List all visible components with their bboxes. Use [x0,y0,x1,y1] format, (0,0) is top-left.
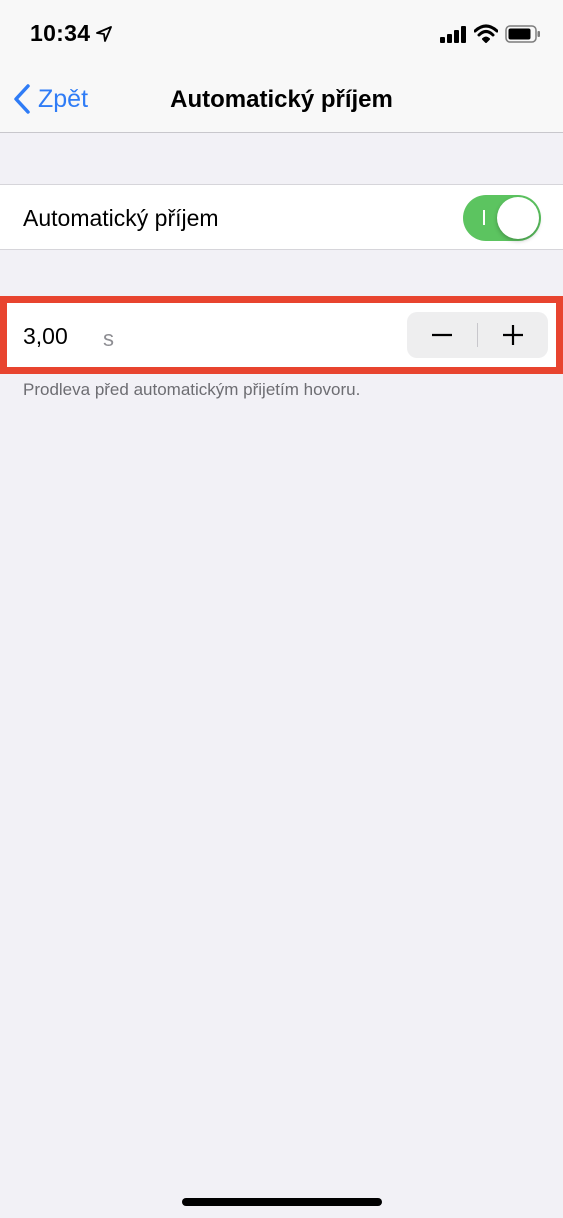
home-indicator [182,1198,382,1206]
delay-stepper-cell-highlight: 3,00 s [0,296,563,374]
page-title: Automatický příjem [170,86,393,113]
decrement-button[interactable] [407,312,477,358]
delay-footnote: Prodleva před automatickým přijetím hovo… [23,380,361,399]
increment-button[interactable] [478,312,548,358]
minus-icon [432,333,452,337]
wifi-icon [474,24,498,43]
plus-icon [503,325,523,345]
delay-value: 3,00 [23,323,68,349]
delay-unit: s [103,326,114,351]
toggle-on-mark [483,210,485,225]
auto-answer-toggle[interactable] [463,195,541,241]
battery-icon [505,25,540,43]
status-time: 10:34 [30,20,91,46]
delay-stepper [407,312,548,358]
cellular-signal-icon [440,26,466,43]
toggle-knob [497,197,539,239]
location-arrow-icon [96,26,112,42]
auto-answer-cell: Automatický příjem [0,184,563,250]
status-bar: 10:34 [0,0,563,66]
navigation-bar: Zpět Automatický příjem [0,66,563,133]
auto-answer-label: Automatický příjem [23,205,219,231]
